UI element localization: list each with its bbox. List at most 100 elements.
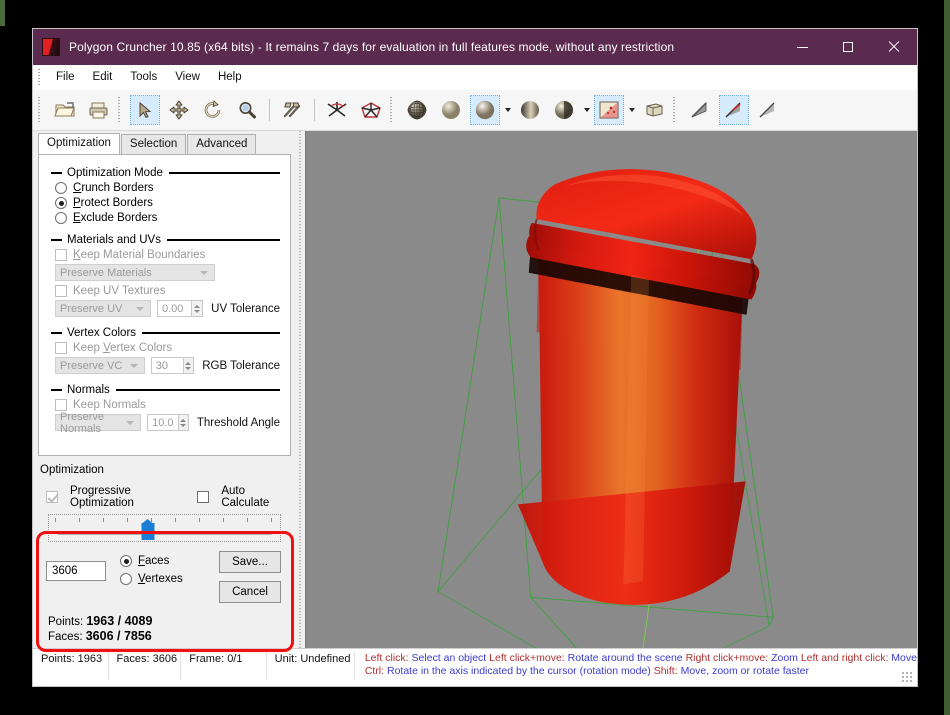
checkbox-keep-uv-textures[interactable] <box>55 285 67 297</box>
label-progressive-optimization: Progressive Optimization <box>70 485 134 509</box>
chevron-down-icon <box>200 270 208 275</box>
radio-row-vertexes[interactable]: Vertexes <box>120 573 183 585</box>
radio-vertexes[interactable] <box>120 573 132 585</box>
close-button[interactable] <box>871 29 917 65</box>
shading-grid-button[interactable] <box>515 95 545 125</box>
checkbox-row-keep-material-boundaries[interactable]: Keep Material Boundaries <box>55 249 280 261</box>
normal-display-red-button[interactable] <box>719 95 749 125</box>
optimization-slider[interactable] <box>48 514 281 542</box>
menu-item-view[interactable]: View <box>166 68 209 86</box>
shading-half-button[interactable] <box>549 95 579 125</box>
checkbox-progressive-optimization[interactable] <box>46 491 58 503</box>
zoom-tool-button[interactable] <box>232 95 262 125</box>
print-icon <box>89 102 108 119</box>
texture-button[interactable] <box>594 95 624 125</box>
tab-advanced[interactable]: Advanced <box>187 134 257 154</box>
slider-track[interactable] <box>57 532 272 535</box>
radio-row-crunch-borders[interactable]: Crunch Borders <box>55 182 280 194</box>
maximize-button[interactable] <box>825 29 871 65</box>
label-exclude-borders: Exclude Borders <box>73 212 158 224</box>
radio-protect-borders[interactable] <box>55 197 67 209</box>
select-tool-button[interactable] <box>130 95 160 125</box>
panel-splitter[interactable] <box>295 131 305 648</box>
radio-faces[interactable] <box>120 555 132 567</box>
normal-display-gray-button[interactable] <box>685 95 715 125</box>
menu-item-help[interactable]: Help <box>209 68 251 86</box>
shading-smooth-button[interactable] <box>470 95 500 125</box>
group-optimization-mode: Optimization Mode <box>49 167 280 179</box>
stat-faces-label: Faces: <box>48 631 86 643</box>
checkbox-auto-calculate[interactable] <box>197 491 210 503</box>
spinner-uv-tolerance[interactable] <box>191 300 204 317</box>
toolbar-drag-handle-1[interactable] <box>38 97 44 123</box>
combo-row-normals[interactable]: Preserve Normals 10.0 Threshold Angle <box>55 411 280 435</box>
checkbox-row-keep-normals[interactable]: Keep Normals <box>55 399 280 411</box>
normal-display-plain-button[interactable] <box>753 95 783 125</box>
save-button[interactable]: Save... <box>219 551 281 573</box>
slider-thumb[interactable] <box>141 519 155 540</box>
normals-flip-icon <box>327 102 347 117</box>
spinner-rgb-tolerance[interactable] <box>183 357 195 374</box>
lightbox-button[interactable] <box>639 95 669 125</box>
tab-selection[interactable]: Selection <box>120 134 187 154</box>
print-button[interactable] <box>84 95 114 125</box>
options-panel: Optimization Selection Advanced Optimiza… <box>33 131 295 648</box>
toolbar-drag-handle-2[interactable] <box>118 97 124 123</box>
checkbox-keep-material-boundaries[interactable] <box>55 249 67 261</box>
label-auto-calculate: Auto Calculate <box>221 485 270 509</box>
minimize-button[interactable] <box>779 29 825 65</box>
rotate-tool-button[interactable] <box>198 95 228 125</box>
input-target-count[interactable]: 3606 <box>46 561 106 581</box>
input-threshold-angle[interactable]: 10.0 <box>147 414 179 431</box>
combo-preserve-materials[interactable]: Preserve Materials <box>55 264 215 281</box>
radio-row-exclude-borders[interactable]: Exclude Borders <box>55 212 280 224</box>
group-dash <box>51 239 62 241</box>
checkbox-row-keep-uv-textures[interactable]: Keep UV Textures <box>55 285 280 297</box>
shading-half-dropdown[interactable] <box>581 95 592 125</box>
menu-item-edit[interactable]: Edit <box>84 68 122 86</box>
combo-preserve-vc[interactable]: Preserve VC <box>55 357 145 374</box>
menu-item-file[interactable]: File <box>47 68 84 86</box>
group-title-materials-uvs: Materials and UVs <box>67 234 161 246</box>
stat-points-value: 1963 / 4089 <box>86 614 153 628</box>
wireframe-star-button[interactable] <box>356 95 386 125</box>
normals-flip-button[interactable] <box>322 95 352 125</box>
input-rgb-tolerance[interactable]: 30 <box>150 357 184 374</box>
3d-viewport[interactable] <box>305 131 917 648</box>
checkbox-keep-vertex-colors[interactable] <box>55 342 67 354</box>
texture-dropdown[interactable] <box>626 95 637 125</box>
combo-row-uv[interactable]: Preserve UV 0.00 UV Tolerance <box>55 300 280 317</box>
combo-row-materials[interactable]: Preserve Materials <box>55 264 280 281</box>
hint-val-left-click-move: Rotate around the scene <box>567 652 683 664</box>
combo-row-vc[interactable]: Preserve VC 30 RGB Tolerance <box>55 357 280 374</box>
tab-optimization[interactable]: Optimization <box>38 133 120 154</box>
input-uv-tolerance[interactable]: 0.00 <box>156 300 192 317</box>
move-tool-button[interactable] <box>164 95 194 125</box>
combo-preserve-normals[interactable]: Preserve Normals <box>55 411 142 435</box>
radio-exclude-borders[interactable] <box>55 212 67 224</box>
toolbar-drag-handle-4[interactable] <box>673 97 679 123</box>
shading-wireframe-sphere-icon <box>407 100 427 120</box>
radio-row-protect-borders[interactable]: Protect Borders <box>55 197 280 209</box>
hint-val-shift: Move, zoom or rotate faster <box>680 665 809 677</box>
open-folder-button[interactable] <box>50 95 80 125</box>
radio-crunch-borders[interactable] <box>55 182 67 194</box>
toolbar-drag-handle-3[interactable] <box>390 97 396 123</box>
status-hints-line1: Left click: Select an object Left click+… <box>365 652 917 665</box>
stat-points-label: Points: <box>48 616 87 628</box>
shading-flat-button[interactable] <box>436 95 466 125</box>
status-hints: Left click: Select an object Left click+… <box>355 652 917 678</box>
cancel-button[interactable]: Cancel <box>219 581 281 603</box>
radio-row-faces[interactable]: Faces <box>120 555 183 567</box>
stat-faces: Faces: 3606 / 7856 <box>48 629 283 644</box>
tools-button[interactable] <box>277 95 307 125</box>
menu-item-tools[interactable]: Tools <box>121 68 166 86</box>
checkbox-keep-normals[interactable] <box>55 399 67 411</box>
combo-preserve-uv[interactable]: Preserve UV <box>55 300 151 317</box>
checkbox-row-keep-vertex-colors[interactable]: Keep Vertex Colors <box>55 342 280 354</box>
shading-smooth-dropdown[interactable] <box>502 95 513 125</box>
resize-grip-icon[interactable] <box>902 672 914 684</box>
menu-drag-handle[interactable] <box>37 68 43 86</box>
spinner-threshold-angle[interactable] <box>178 414 189 431</box>
shading-wireframe-button[interactable] <box>402 95 432 125</box>
